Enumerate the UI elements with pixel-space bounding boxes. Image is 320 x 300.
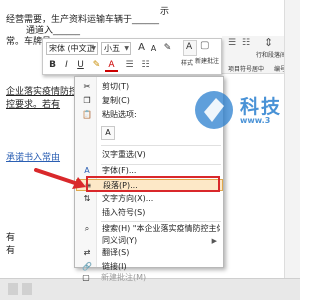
paste-icon: 📋 [82,110,92,119]
vertical-scrollbar[interactable] [284,0,300,300]
annotation-arrow-icon [34,168,86,189]
menu-separator [101,145,221,146]
numbered-list-icon[interactable]: ☷ [139,59,152,72]
view-icon[interactable] [8,283,18,295]
menu-item-label: 文字方向(X)... [102,194,154,203]
menu-item-label: 插入符号(S) [102,208,146,217]
menu-item-link[interactable]: 🔗 链接(I) [76,261,223,271]
menu-item-reconvert[interactable]: 汉字重选(V) [76,149,223,161]
font-name-select[interactable]: 宋体 (中文正 ▼ [46,42,98,55]
paste-keep-text-button[interactable]: A [101,126,115,140]
menu-item-label: 剪切(T) [102,82,130,91]
watermark-url: www.3 [240,116,271,125]
doc-line: 控要求。若有 [6,100,61,110]
font-size-value: 小五 [104,44,120,53]
menu-item-label: 粘贴选项: [102,110,137,119]
font-size-select[interactable]: 小五 ▼ [101,42,131,55]
menu-item-synonyms[interactable]: 同义词(Y) ▶ [76,235,223,247]
style-icon: A [186,42,193,52]
menu-item-label: 复制(C) [102,96,130,105]
annotation-highlight-box [86,176,220,192]
menu-item-label: 搜索(H) "本企业落实疫情防控主体责任，对..." [102,224,220,233]
underline-button[interactable]: U [74,59,87,72]
font-color-icon[interactable]: A [105,59,118,72]
copy-icon: ❐ [83,96,91,105]
style-button[interactable]: A [183,40,197,56]
new-comment-icon: ▢ [82,273,90,282]
shrink-font-button[interactable]: A [147,43,160,56]
new-comment-icon: ▢ [200,40,210,51]
search-icon: ⌕ [84,224,90,233]
line-spacing-icon[interactable]: ⇕ [264,36,273,49]
scissors-icon: ✂ [83,82,91,91]
mini-toolbar: 宋体 (中文正 ▼ 小五 ▼ A A ✎ A ▢ B I U ✎ A ☰ ☷ 样… [42,38,222,75]
menu-item-label: 汉字重选(V) [102,150,146,159]
doc-top-fragment: 示 [160,7,170,17]
translate-icon: ⇄ [83,248,91,257]
new-comment-label: 新建批注 [195,58,220,65]
menu-item-new-comment[interactable]: ▢ 新建批注(M) [75,272,222,284]
highlight-color-icon[interactable]: ✎ [90,59,103,72]
new-comment-button[interactable]: ▢ [200,40,216,56]
menu-separator [101,221,221,222]
menu-item-label: 翻译(S) [102,248,130,257]
layout-icon[interactable] [22,283,32,295]
format-painter-button[interactable]: ✎ [161,42,174,55]
style-label: 样式 [181,60,194,67]
doc-line: 承诺书入常由 [6,153,61,163]
bullets-list-icon[interactable]: ☰ [123,59,136,72]
menu-item-label: 新建批注(M) [101,273,147,282]
menu-item-text-direction[interactable]: ⇅ 文字方向(X)... [76,193,223,205]
chevron-right-icon: ▶ [211,237,217,245]
numbering-icon[interactable]: ☷ [242,38,250,48]
menu-item-translate[interactable]: ⇄ 翻译(S) [76,247,223,259]
doc-line: 有 [6,233,16,243]
bold-button[interactable]: B [46,59,59,72]
center-label: 居中 [252,66,265,73]
chevron-down-icon: ▼ [91,45,96,52]
menu-item-insert-symbol[interactable]: 插入符号(S) [76,207,223,219]
watermark-text: 科技 [240,96,283,118]
chevron-down-icon: ▼ [124,45,129,52]
font-name-value: 宋体 (中文正 [49,44,95,53]
bullets-label: 项目符号 [228,66,253,73]
menu-item-label: 同义词(Y) [102,236,138,245]
text-direction-icon: ⇅ [83,194,91,203]
doc-line: 有 [6,246,16,256]
menu-item-search[interactable]: ⌕ 搜索(H) "本企业落实疫情防控主体责任，对..." [76,223,223,235]
italic-button[interactable]: I [60,59,73,72]
bullets-icon[interactable]: ☰ [228,38,236,48]
